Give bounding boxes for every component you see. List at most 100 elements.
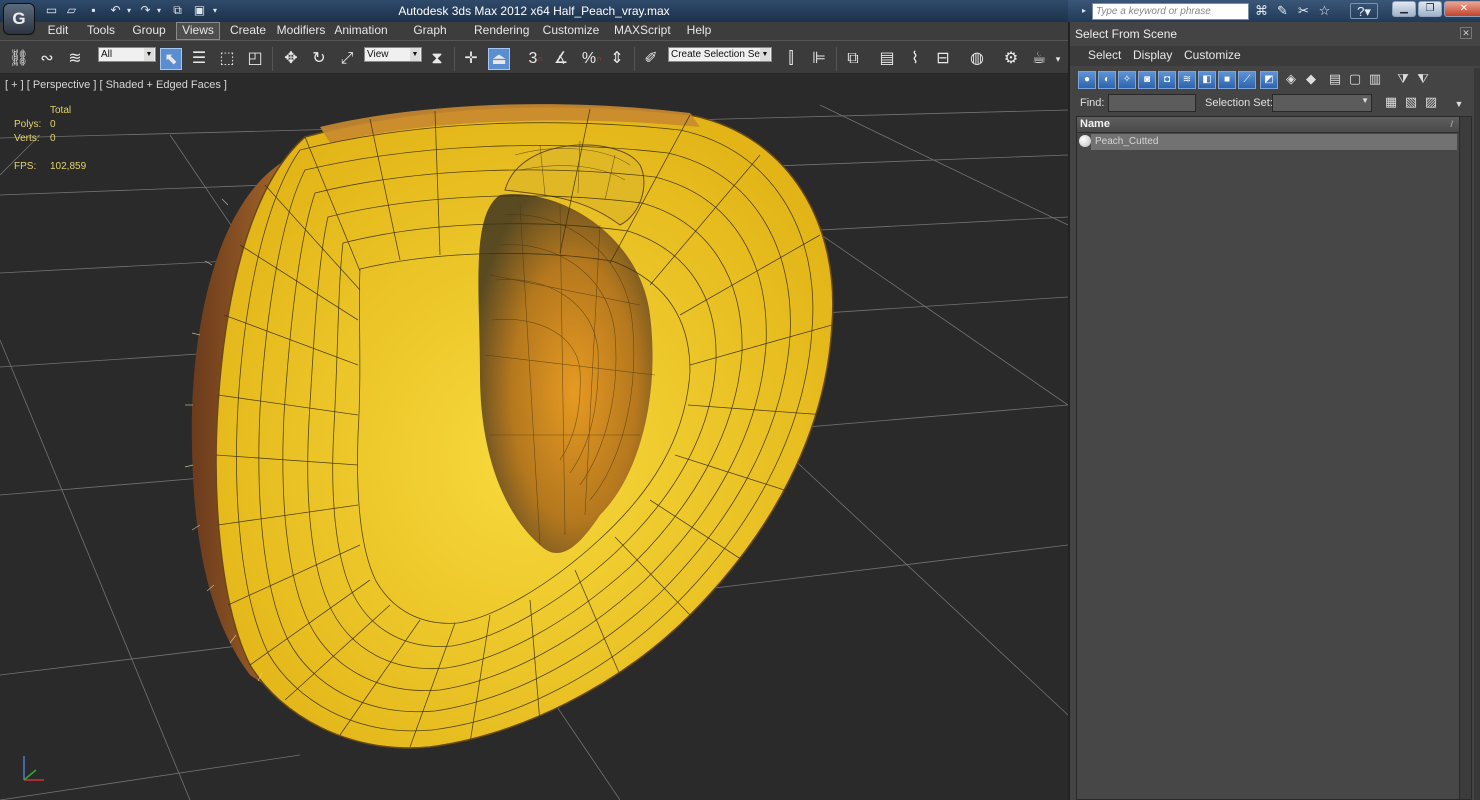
list-item[interactable]: Peach_Cutted [1077, 134, 1457, 150]
unlink-selection-icon[interactable]: ∾ [36, 48, 58, 70]
menu-help[interactable]: Help [684, 22, 714, 40]
app-logo-button[interactable]: G [3, 3, 35, 35]
panel-menu-customize[interactable]: Customize [1184, 48, 1241, 62]
helpers-filter-icon[interactable]: ◘ [1158, 71, 1176, 89]
name-column-header[interactable]: Name / [1077, 117, 1471, 133]
viewport-label[interactable]: [ + ] [ Perspective ] [ Shaded + Edged F… [5, 79, 227, 91]
select-and-link-icon[interactable]: ⛓ [8, 48, 30, 70]
menu-rendering[interactable]: Rendering [474, 22, 529, 40]
binoculars-icon[interactable]: ⌘ [1253, 3, 1270, 19]
quick-access-dropdown-icon[interactable]: ▾ [210, 3, 220, 18]
panel-menu-display[interactable]: Display [1133, 48, 1172, 62]
angle-snap-icon[interactable]: ∡ [550, 48, 572, 70]
toolbar-overflow-icon[interactable]: ▾ [1052, 48, 1064, 70]
panel-title[interactable]: Select From Scene [1070, 26, 1480, 44]
find-input[interactable] [1108, 94, 1196, 112]
hidden-filter-icon[interactable]: ◆ [1302, 71, 1320, 89]
redo-dropdown-icon[interactable]: ▾ [154, 3, 164, 18]
menu-create[interactable]: Create [228, 22, 268, 40]
menu-customize[interactable]: Customize [542, 22, 600, 40]
open-file-icon[interactable]: ▱ [64, 3, 79, 18]
panel-close-button[interactable]: ✕ [1460, 27, 1472, 39]
named-selection-dropdown[interactable]: Create Selection Se ▼ [668, 47, 772, 62]
graphite-ribbon-icon[interactable]: ▤ [876, 48, 898, 70]
list-scrollbar[interactable] [1459, 117, 1471, 799]
invert-selection-icon[interactable]: ▥ [1366, 71, 1384, 89]
pivot-point-center-icon[interactable]: ⧗ [426, 48, 448, 70]
add-to-selection-set-icon[interactable]: ▧ [1402, 94, 1420, 112]
schematic-view-icon[interactable]: ⊟ [932, 48, 954, 70]
select-none-icon[interactable]: ▢ [1346, 71, 1364, 89]
redo-icon[interactable]: ↷ [138, 3, 153, 18]
space-warps-filter-icon[interactable]: ≋ [1178, 71, 1196, 89]
undo-dropdown-icon[interactable]: ▾ [124, 3, 134, 18]
shapes-filter-icon[interactable]: ◐ [1098, 71, 1116, 89]
subscription-icon[interactable]: ✎ [1274, 3, 1291, 19]
menu-animation[interactable]: Animation [334, 22, 388, 40]
favorites-star-icon[interactable]: ☆ [1316, 3, 1333, 19]
containers-filter-icon[interactable]: ◩ [1260, 71, 1278, 89]
bind-space-warp-icon[interactable]: ≋ [64, 48, 86, 70]
select-by-name-icon[interactable]: ☰ [188, 48, 210, 70]
bones-filter-icon[interactable]: ⟋ [1238, 71, 1256, 89]
panel-menu-select[interactable]: Select [1088, 48, 1121, 62]
menu-maxscript[interactable]: MAXScript [614, 22, 671, 40]
expand-arrow-icon[interactable]: ▸ [1080, 3, 1088, 18]
spinner-snap-icon[interactable]: ⇕ [606, 48, 628, 70]
reference-coordinate-dropdown[interactable]: View ▼ [364, 47, 422, 62]
save-icon[interactable]: ▪ [86, 3, 101, 18]
mirror-icon[interactable]: ⫿ [780, 48, 802, 70]
minimize-button[interactable]: ▁ [1392, 1, 1416, 17]
remove-from-selection-set-icon[interactable]: ▨ [1422, 94, 1440, 112]
frozen-filter-icon[interactable]: ◈ [1282, 71, 1300, 89]
communication-icon[interactable]: ✂ [1295, 3, 1312, 19]
select-and-scale-icon[interactable]: ⤢ [336, 48, 358, 70]
project-folder-icon[interactable]: ⧉ [170, 3, 185, 18]
menu-group[interactable]: Group [130, 22, 168, 40]
workspace-icon[interactable]: ▣ [192, 3, 207, 18]
menu-tools[interactable]: Tools [84, 22, 118, 40]
rectangular-selection-icon[interactable]: ⬚ [216, 48, 238, 70]
select-all-icon[interactable]: ▤ [1326, 71, 1344, 89]
align-icon[interactable]: ⊫ [808, 48, 830, 70]
render-setup-icon[interactable]: ⚙ [1000, 48, 1022, 70]
filter-icon[interactable]: ⧩ [1394, 71, 1412, 89]
panel-scrollbar[interactable] [1474, 68, 1480, 800]
menu-edit[interactable]: Edit [44, 22, 72, 40]
new-file-icon[interactable]: ▭ [44, 3, 59, 18]
select-and-rotate-icon[interactable]: ↻ [308, 48, 330, 70]
lights-filter-icon[interactable]: ✧ [1118, 71, 1136, 89]
render-teapot-icon[interactable]: ☕ [1028, 48, 1050, 70]
window-crossing-icon[interactable]: ◰ [244, 48, 266, 70]
groups-filter-icon[interactable]: ◧ [1198, 71, 1216, 89]
select-and-manipulate-icon[interactable]: ✛ [460, 48, 482, 70]
menu-graph-editors[interactable]: Graph Editors [396, 22, 464, 54]
select-and-move-icon[interactable]: ✥ [280, 48, 302, 70]
help-icon[interactable]: ?▾ [1350, 3, 1378, 19]
restore-button[interactable]: ❐ [1418, 1, 1442, 17]
create-selection-set-icon[interactable]: ▦ [1382, 94, 1400, 112]
perspective-viewport[interactable]: [ + ] [ Perspective ] [ Shaded + Edged F… [0, 75, 1068, 800]
close-window-button[interactable]: ✕ [1444, 1, 1480, 17]
geometry-filter-icon[interactable]: ● [1078, 71, 1096, 89]
menu-modifiers[interactable]: Modifiers [276, 22, 326, 40]
panel-options-dropdown-icon[interactable]: ▼ [1450, 96, 1468, 114]
select-object-icon[interactable]: ⬉ [160, 48, 182, 70]
keyboard-shortcut-override-icon[interactable]: ⏏ [488, 48, 510, 70]
xrefs-filter-icon[interactable]: ■ [1218, 71, 1236, 89]
percent-snap-icon[interactable]: % ∩ [578, 48, 602, 70]
selection-filter-dropdown[interactable]: All ▼ [98, 47, 156, 62]
filter-options-icon[interactable]: ⧨ [1414, 71, 1432, 89]
scene-object-list[interactable]: Name / Peach_Cutted [1076, 116, 1472, 800]
layer-manager-icon[interactable]: ⧉ [842, 48, 864, 70]
curve-editor-icon[interactable]: ⌇ [904, 48, 926, 70]
menu-views[interactable]: Views [176, 22, 220, 40]
cameras-filter-icon[interactable]: ◙ [1138, 71, 1156, 89]
selection-set-dropdown[interactable]: ▼ [1272, 94, 1372, 112]
stats-fps-label: FPS: [14, 161, 37, 172]
edit-named-selection-icon[interactable]: ✐ [640, 48, 662, 70]
keyword-search-input[interactable]: Type a keyword or phrase [1092, 3, 1249, 20]
material-editor-icon[interactable]: ◍ [966, 48, 988, 70]
snaps-toggle-icon[interactable]: 3 ∩ [522, 48, 544, 70]
undo-icon[interactable]: ↶ [108, 3, 123, 18]
